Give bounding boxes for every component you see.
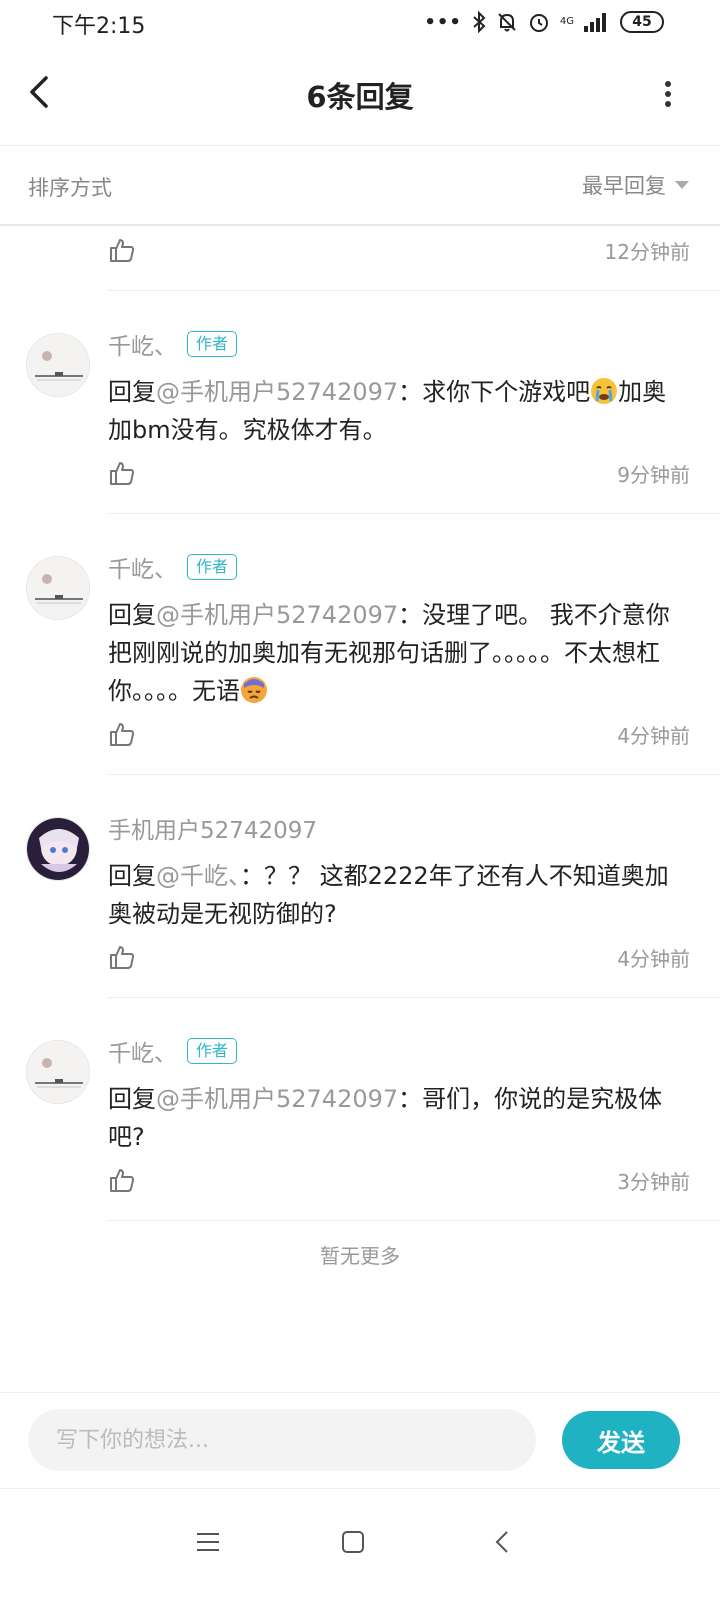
alarm-icon [529, 14, 548, 32]
sort-label: 排序方式 [28, 176, 112, 200]
user-name[interactable]: 千屹、 [108, 327, 177, 361]
list-item: 千屹、 作者 回复@手机用户52742097：哥们，你说的是究极体吧? 3分钟前 [0, 998, 720, 1220]
user-name[interactable]: 手机用户52742097 [108, 811, 317, 845]
item-actions: 4分钟前 [108, 720, 690, 760]
mention-link[interactable]: @手机用户52742097 [156, 1085, 398, 1113]
signal-icon [584, 13, 606, 32]
reply-time: 4分钟前 [617, 947, 690, 971]
item-actions: 4分钟前 [108, 943, 690, 983]
status-bar: 下午2:15 ••• 4G 45 [0, 0, 720, 44]
landscape-avatar-icon [27, 334, 89, 396]
comment-header: 手机用户52742097 [108, 811, 317, 845]
comment-header: 千屹、 作者 [108, 327, 238, 361]
avatar[interactable] [26, 1040, 90, 1104]
sort-dropdown[interactable]: 最早回复 [582, 170, 690, 200]
item-actions: 12分钟前 [108, 236, 690, 276]
reply-prefix: 回复 [108, 601, 156, 629]
thumbs-up-icon[interactable] [108, 1166, 136, 1194]
landscape-avatar-icon [27, 1041, 89, 1103]
reply-prefix: 回复 [108, 862, 156, 890]
landscape-avatar-icon [27, 557, 89, 619]
reply-prefix: 回复 [108, 1085, 156, 1113]
item-actions: 3分钟前 [108, 1166, 690, 1206]
home-square-icon[interactable] [338, 1527, 368, 1557]
more-options-button[interactable] [656, 74, 680, 114]
reply-list: 12分钟前 千屹、 作者 回复@手机用户52742097：求你下个游戏吧 加奥加b… [0, 228, 720, 1221]
mention-link[interactable]: @手机用户52742097 [156, 601, 398, 629]
anime-avatar-icon [27, 818, 89, 880]
status-time: 下午2:15 [52, 14, 146, 39]
comment-text[interactable]: 回复@千屹、：？？ 这都2222年了还有人不知道奥加奥被动是无视防御的? [108, 857, 680, 933]
comment-text[interactable]: 回复@手机用户52742097：没理了吧。 我不介意你把刚刚说的加奥加有无视那句… [108, 596, 680, 710]
more-dots-icon: ••• [424, 11, 462, 33]
network-type: 4G [559, 16, 574, 27]
header: 6条回复 [0, 44, 720, 146]
author-badge: 作者 [187, 1038, 238, 1064]
comment-header: 千屹、 作者 [108, 550, 238, 584]
reply-time: 3分钟前 [617, 1170, 690, 1194]
composer-bar: 发送 [0, 1392, 720, 1488]
crying-face-icon [591, 378, 618, 404]
menu-icon[interactable] [193, 1527, 223, 1557]
author-badge: 作者 [187, 331, 238, 357]
list-item-partial: 12分钟前 [0, 228, 720, 290]
bluetooth-icon [473, 11, 486, 33]
list-item: 手机用户52742097 回复@千屹、：？？ 这都2222年了还有人不知道奥加奥… [0, 775, 720, 997]
back-chevron-icon[interactable] [488, 1527, 518, 1557]
comment-body: ：求你下个游戏吧 [398, 378, 591, 406]
avatar[interactable] [26, 817, 90, 881]
mention-link[interactable]: @手机用户52742097 [156, 378, 398, 406]
caret-down-icon [675, 181, 689, 189]
avatar[interactable] [26, 333, 90, 397]
author-badge: 作者 [187, 554, 238, 580]
status-icons: ••• 4G 45 [424, 8, 664, 36]
comment-input[interactable] [28, 1409, 536, 1471]
comment-text[interactable]: 回复@手机用户52742097：哥们，你说的是究极体吧? [108, 1080, 680, 1156]
list-item: 千屹、 作者 回复@手机用户52742097：求你下个游戏吧 加奥加bm没有。究极… [0, 291, 720, 513]
mute-bell-icon [498, 13, 516, 32]
thumbs-up-icon[interactable] [108, 943, 136, 971]
reply-time: 9分钟前 [617, 463, 690, 487]
thumbs-up-icon[interactable] [108, 720, 136, 748]
mention-link[interactable]: @千屹、 [156, 862, 240, 890]
comment-header: 千屹、 作者 [108, 1034, 238, 1068]
thumbs-up-icon[interactable] [108, 459, 136, 487]
sort-bar: 排序方式 最早回复 [0, 146, 720, 226]
send-button[interactable]: 发送 [562, 1411, 680, 1469]
reply-prefix: 回复 [108, 378, 156, 406]
comment-text[interactable]: 回复@手机用户52742097：求你下个游戏吧 加奥加bm没有。究极体才有。 [108, 373, 680, 449]
system-nav-bar [0, 1488, 720, 1600]
battery-icon: 45 [620, 11, 664, 33]
user-name[interactable]: 千屹、 [108, 550, 177, 584]
sweat-face-icon [241, 677, 267, 703]
item-actions: 9分钟前 [108, 459, 690, 499]
reply-time: 12分钟前 [604, 240, 690, 264]
list-item: 千屹、 作者 回复@手机用户52742097：没理了吧。 我不介意你把刚刚说的加… [0, 514, 720, 774]
thumbs-up-icon[interactable] [108, 236, 136, 264]
page-title: 6条回复 [306, 80, 414, 114]
no-more-text: 暂无更多 [320, 1244, 400, 1268]
reply-time: 4分钟前 [617, 724, 690, 748]
user-name[interactable]: 千屹、 [108, 1034, 177, 1068]
divider [108, 1220, 720, 1221]
avatar[interactable] [26, 556, 90, 620]
more-vertical-icon [665, 81, 671, 107]
sort-selected-value: 最早回复 [582, 174, 666, 198]
